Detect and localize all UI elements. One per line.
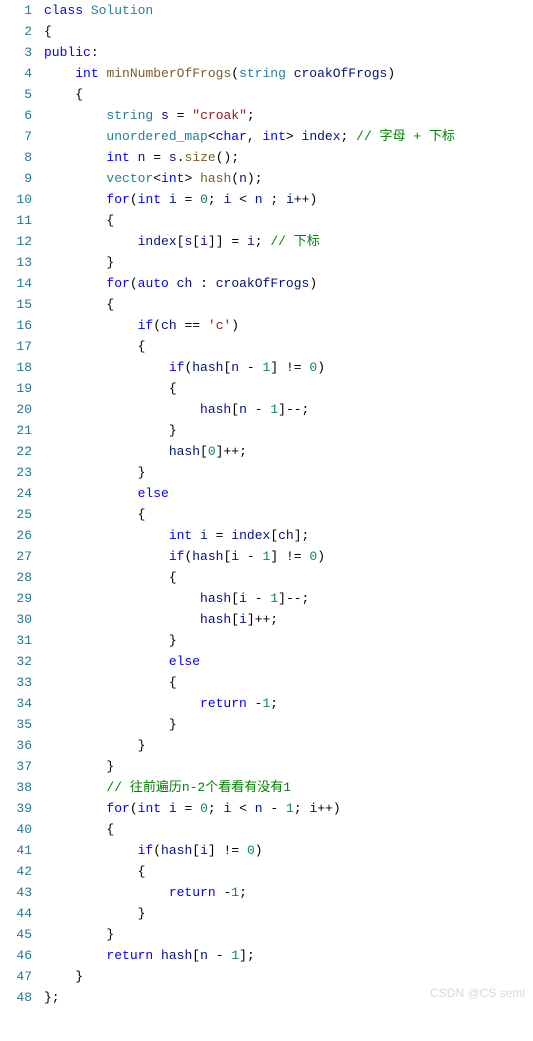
code-line[interactable]: } <box>44 630 533 651</box>
code-editor: 1234567891011121314151617181920212223242… <box>0 0 533 1008</box>
code-line[interactable]: string s = "croak"; <box>44 105 533 126</box>
line-number: 29 <box>0 588 32 609</box>
line-number: 38 <box>0 777 32 798</box>
line-number: 6 <box>0 105 32 126</box>
line-number: 44 <box>0 903 32 924</box>
code-line[interactable]: for(int i = 0; i < n - 1; i++) <box>44 798 533 819</box>
line-number: 27 <box>0 546 32 567</box>
code-line[interactable]: int minNumberOfFrogs(string croakOfFrogs… <box>44 63 533 84</box>
line-number: 2 <box>0 21 32 42</box>
code-line[interactable]: { <box>44 84 533 105</box>
line-number: 24 <box>0 483 32 504</box>
line-number: 13 <box>0 252 32 273</box>
code-line[interactable]: if(hash[n - 1] != 0) <box>44 357 533 378</box>
code-line[interactable]: if(hash[i - 1] != 0) <box>44 546 533 567</box>
code-line[interactable]: for(auto ch : croakOfFrogs) <box>44 273 533 294</box>
code-line[interactable]: if(hash[i] != 0) <box>44 840 533 861</box>
code-line[interactable]: { <box>44 861 533 882</box>
line-number: 20 <box>0 399 32 420</box>
code-line[interactable]: for(int i = 0; i < n ; i++) <box>44 189 533 210</box>
line-number: 1 <box>0 0 32 21</box>
code-line[interactable]: } <box>44 420 533 441</box>
line-number: 47 <box>0 966 32 987</box>
line-number: 46 <box>0 945 32 966</box>
line-number: 48 <box>0 987 32 1008</box>
line-number: 18 <box>0 357 32 378</box>
code-line[interactable]: } <box>44 924 533 945</box>
line-number: 19 <box>0 378 32 399</box>
line-number: 12 <box>0 231 32 252</box>
code-line[interactable]: return -1; <box>44 693 533 714</box>
watermark: CSDN @CS semi <box>430 983 525 1004</box>
code-line[interactable]: } <box>44 756 533 777</box>
line-number: 37 <box>0 756 32 777</box>
line-number: 42 <box>0 861 32 882</box>
code-line[interactable]: vector<int> hash(n); <box>44 168 533 189</box>
line-number: 16 <box>0 315 32 336</box>
code-line[interactable]: { <box>44 819 533 840</box>
line-number: 15 <box>0 294 32 315</box>
code-line[interactable]: { <box>44 567 533 588</box>
line-number: 25 <box>0 504 32 525</box>
line-number: 7 <box>0 126 32 147</box>
code-line[interactable]: } <box>44 903 533 924</box>
line-number: 5 <box>0 84 32 105</box>
code-line[interactable]: hash[i]++; <box>44 609 533 630</box>
code-line[interactable]: hash[0]++; <box>44 441 533 462</box>
code-line[interactable]: { <box>44 672 533 693</box>
line-number: 39 <box>0 798 32 819</box>
code-line[interactable]: { <box>44 504 533 525</box>
line-number: 4 <box>0 63 32 84</box>
code-line[interactable]: // 往前遍历n-2个看看有没有1 <box>44 777 533 798</box>
line-number: 40 <box>0 819 32 840</box>
line-number: 43 <box>0 882 32 903</box>
line-number: 10 <box>0 189 32 210</box>
line-number: 28 <box>0 567 32 588</box>
line-number: 30 <box>0 609 32 630</box>
line-number: 23 <box>0 462 32 483</box>
line-number: 14 <box>0 273 32 294</box>
code-line[interactable]: } <box>44 714 533 735</box>
code-line[interactable]: } <box>44 252 533 273</box>
line-number: 32 <box>0 651 32 672</box>
code-line[interactable]: { <box>44 336 533 357</box>
code-line[interactable]: else <box>44 651 533 672</box>
code-line[interactable]: class Solution <box>44 0 533 21</box>
code-line[interactable]: int i = index[ch]; <box>44 525 533 546</box>
line-number: 9 <box>0 168 32 189</box>
line-number: 45 <box>0 924 32 945</box>
line-number: 8 <box>0 147 32 168</box>
code-line[interactable]: } <box>44 735 533 756</box>
line-number: 11 <box>0 210 32 231</box>
code-line[interactable]: { <box>44 210 533 231</box>
code-line[interactable]: return hash[n - 1]; <box>44 945 533 966</box>
code-line[interactable]: public: <box>44 42 533 63</box>
code-line[interactable]: else <box>44 483 533 504</box>
line-number: 21 <box>0 420 32 441</box>
line-number: 26 <box>0 525 32 546</box>
line-number: 22 <box>0 441 32 462</box>
code-line[interactable]: int n = s.size(); <box>44 147 533 168</box>
code-line[interactable]: hash[i - 1]--; <box>44 588 533 609</box>
code-line[interactable]: return -1; <box>44 882 533 903</box>
line-number: 3 <box>0 42 32 63</box>
code-line[interactable]: index[s[i]] = i; // 下标 <box>44 231 533 252</box>
code-line[interactable]: { <box>44 378 533 399</box>
line-number-gutter: 1234567891011121314151617181920212223242… <box>0 0 44 1008</box>
code-body[interactable]: class Solution{public: int minNumberOfFr… <box>44 0 533 1008</box>
code-line[interactable]: hash[n - 1]--; <box>44 399 533 420</box>
line-number: 34 <box>0 693 32 714</box>
code-line[interactable]: if(ch == 'c') <box>44 315 533 336</box>
line-number: 35 <box>0 714 32 735</box>
code-line[interactable]: } <box>44 462 533 483</box>
code-line[interactable]: { <box>44 294 533 315</box>
code-line[interactable]: unordered_map<char, int> index; // 字母 + … <box>44 126 533 147</box>
line-number: 31 <box>0 630 32 651</box>
line-number: 41 <box>0 840 32 861</box>
code-line[interactable]: { <box>44 21 533 42</box>
line-number: 17 <box>0 336 32 357</box>
line-number: 36 <box>0 735 32 756</box>
line-number: 33 <box>0 672 32 693</box>
